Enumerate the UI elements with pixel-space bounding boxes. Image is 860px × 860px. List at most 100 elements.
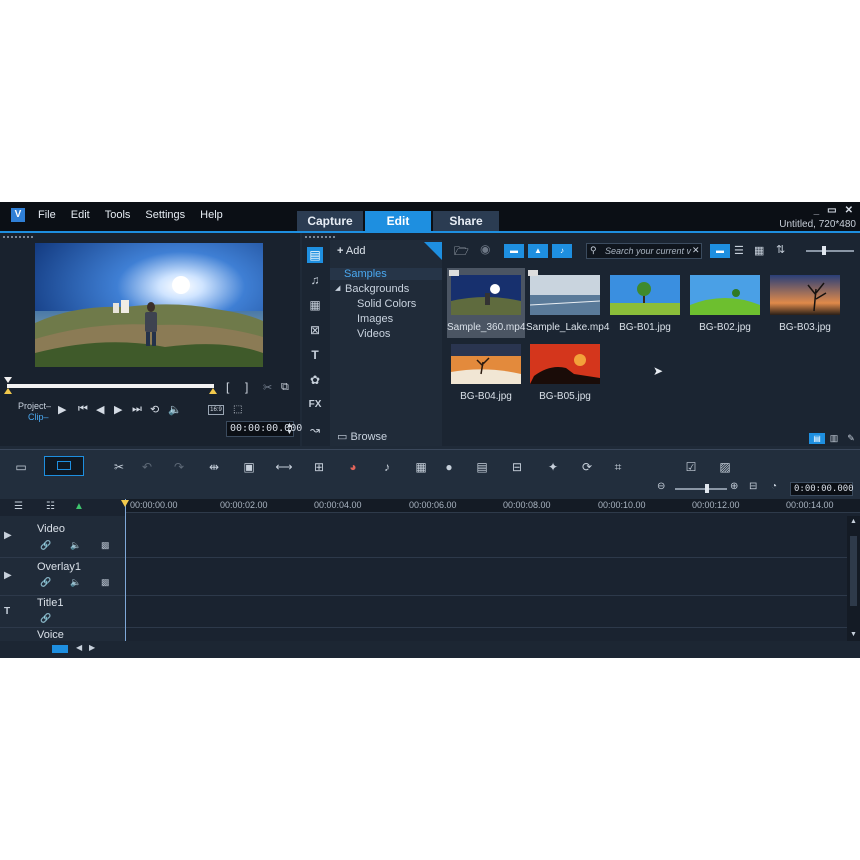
import-folder-icon[interactable]: 🗁 xyxy=(454,242,469,263)
show-videos-icon[interactable]: ▬ xyxy=(504,244,524,258)
zoom-in-icon[interactable]: ⊕ xyxy=(730,481,738,492)
screen-record-icon[interactable]: ▣ xyxy=(240,459,258,475)
project-mode-label[interactable]: Project– xyxy=(18,401,51,411)
redo-icon[interactable]: ↷ xyxy=(170,459,188,475)
add-folder-button[interactable]: + Add xyxy=(337,245,365,257)
scroll-up-icon[interactable]: ▲ xyxy=(850,518,857,525)
folder-backgrounds[interactable]: Backgrounds xyxy=(345,283,409,295)
thumb-size-handle[interactable] xyxy=(822,246,826,255)
filter-fx-icon[interactable]: FX xyxy=(307,397,323,413)
path-icon[interactable]: ↝ xyxy=(307,422,323,438)
panel-grip[interactable] xyxy=(3,236,33,239)
ripple-icon[interactable]: ▩ xyxy=(101,540,110,551)
library-layout-1-icon[interactable]: ▤ xyxy=(809,433,825,444)
chapter-marker-icon[interactable]: ▲ xyxy=(74,501,84,512)
thumb-size-slider[interactable] xyxy=(806,250,854,252)
crop-timeline-icon[interactable]: ⌗ xyxy=(609,459,627,475)
folder-samples[interactable]: Samples xyxy=(330,268,442,280)
title-track-icon[interactable]: T xyxy=(4,606,10,617)
menu-file[interactable]: File xyxy=(38,209,56,221)
graphics-icon[interactable]: ✿ xyxy=(307,372,323,388)
timeline-view-button[interactable] xyxy=(44,456,84,476)
split-icon[interactable]: ⟷ xyxy=(275,459,293,475)
timecode-stepper-icon[interactable]: ▲ ▼ xyxy=(286,422,293,436)
undo-icon[interactable]: ↶ xyxy=(138,459,156,475)
transition-icon[interactable]: ⊠ xyxy=(307,322,323,338)
storyboard-view-icon[interactable]: ▭ xyxy=(12,459,30,475)
library-layout-2-icon[interactable]: ▥ xyxy=(828,433,840,444)
video-track-icon[interactable]: ▶ xyxy=(4,530,12,541)
playhead-handle[interactable] xyxy=(121,500,129,507)
record-icon[interactable]: ◉ xyxy=(480,242,490,256)
tab-capture[interactable]: Capture xyxy=(297,211,363,231)
zoom-out-icon[interactable]: ⊖ xyxy=(657,481,665,492)
library-search-input[interactable]: Search your current v xyxy=(586,243,702,259)
media-icon[interactable]: ▤ xyxy=(307,247,323,263)
aspect-ratio-button[interactable]: 16:9 xyxy=(208,405,224,415)
home-icon[interactable]: ⏮ xyxy=(78,403,88,416)
tab-edit[interactable]: Edit xyxy=(365,211,431,231)
library-item-sample-360[interactable]: Sample_360.mp4 xyxy=(447,268,525,338)
instant-project-icon[interactable]: ▦ xyxy=(307,297,323,313)
library-item-bg-b03[interactable]: BG-B03.jpg xyxy=(766,268,844,338)
link-icon[interactable]: 🔗 xyxy=(40,613,51,624)
playhead-line[interactable] xyxy=(125,499,126,641)
player-timecode[interactable]: 00:00:00.000 xyxy=(226,421,302,437)
ripple-icon[interactable]: ▩ xyxy=(101,577,110,588)
details-view-icon[interactable]: ☰ xyxy=(734,244,744,257)
mute-icon[interactable]: 🔈 xyxy=(70,577,81,588)
volume-icon[interactable]: 🔈 xyxy=(168,403,182,416)
mark-out-handle[interactable] xyxy=(209,388,217,394)
track-manager-icon[interactable]: ☰ xyxy=(14,501,23,512)
folder-solid-colors[interactable]: Solid Colors xyxy=(357,298,416,310)
expand-arrow-icon[interactable]: ◢ xyxy=(335,284,340,292)
list-view-icon[interactable]: ▬ xyxy=(710,244,730,258)
time-ruler[interactable]: 00:00:00.00 00:00:02.00 00:00:04.00 00:0… xyxy=(125,499,860,513)
play-icon[interactable]: ▶ xyxy=(58,403,66,416)
zoom-slider-handle[interactable] xyxy=(705,484,709,493)
sound-icon[interactable]: ♫ xyxy=(307,272,323,288)
end-icon[interactable]: ⏭ xyxy=(132,403,142,416)
mark-out-button[interactable]: ] xyxy=(245,380,248,394)
library-item-bg-b01[interactable]: BG-B01.jpg xyxy=(606,268,684,338)
menu-help[interactable]: Help xyxy=(200,209,223,221)
mark-in-handle[interactable] xyxy=(4,388,12,394)
tools-icon[interactable]: ✂ xyxy=(110,459,128,475)
link-icon[interactable]: 🔗 xyxy=(40,577,51,588)
browse-button[interactable]: ▭ Browse xyxy=(337,430,387,443)
mute-icon[interactable]: 🔈 xyxy=(70,540,81,551)
add-chapter-icon[interactable]: ☷ xyxy=(46,501,55,512)
subtitle-icon[interactable]: ▤ xyxy=(473,459,491,475)
previous-frame-icon[interactable]: ◀ xyxy=(96,403,104,416)
project-duration-timecode[interactable]: 0:00:00.000 xyxy=(790,482,854,496)
menu-settings[interactable]: Settings xyxy=(145,209,185,221)
repeat-icon[interactable]: ⟲ xyxy=(150,403,159,416)
fit-icon[interactable]: ⇹ xyxy=(205,459,223,475)
loop-icon[interactable]: ⟳ xyxy=(578,459,596,475)
library-options-icon[interactable]: ✎ xyxy=(845,433,857,444)
menu-tools[interactable]: Tools xyxy=(105,209,131,221)
close-button[interactable]: ✕ xyxy=(845,205,853,216)
menu-edit[interactable]: Edit xyxy=(71,209,90,221)
link-icon[interactable]: 🔗 xyxy=(40,540,51,551)
timeline-vertical-scrollbar[interactable]: ▲ ▼ xyxy=(847,516,860,641)
scroll-right-icon[interactable]: ▶ xyxy=(89,643,95,652)
pin-icon[interactable] xyxy=(424,242,442,260)
next-frame-icon[interactable]: ▶ xyxy=(114,403,122,416)
mark-icon[interactable]: ☑ xyxy=(682,459,700,475)
scroll-left-icon[interactable]: ◀ xyxy=(76,643,82,652)
minimize-button[interactable]: _ xyxy=(814,205,820,216)
library-grip[interactable] xyxy=(305,236,335,239)
scroll-down-icon[interactable]: ▼ xyxy=(850,631,857,638)
clip-mode-label[interactable]: Clip– xyxy=(28,412,49,422)
scrubber-handle[interactable] xyxy=(4,377,12,383)
edit-clip-icon[interactable]: ▨ xyxy=(716,459,734,475)
thumbnail-view-icon[interactable]: ▦ xyxy=(754,244,764,257)
motion-tracking-icon[interactable]: ✦ xyxy=(544,459,562,475)
show-audio-icon[interactable]: ♪ xyxy=(552,244,572,258)
library-item-bg-b04[interactable]: BG-B04.jpg xyxy=(447,337,525,407)
library-item-sample-lake[interactable]: Sample_Lake.mp4 xyxy=(526,268,609,338)
multicam-icon[interactable]: ▦ xyxy=(412,459,430,475)
fit-timeline-button[interactable] xyxy=(52,645,68,653)
library-item-bg-b02[interactable]: BG-B02.jpg xyxy=(686,268,764,338)
